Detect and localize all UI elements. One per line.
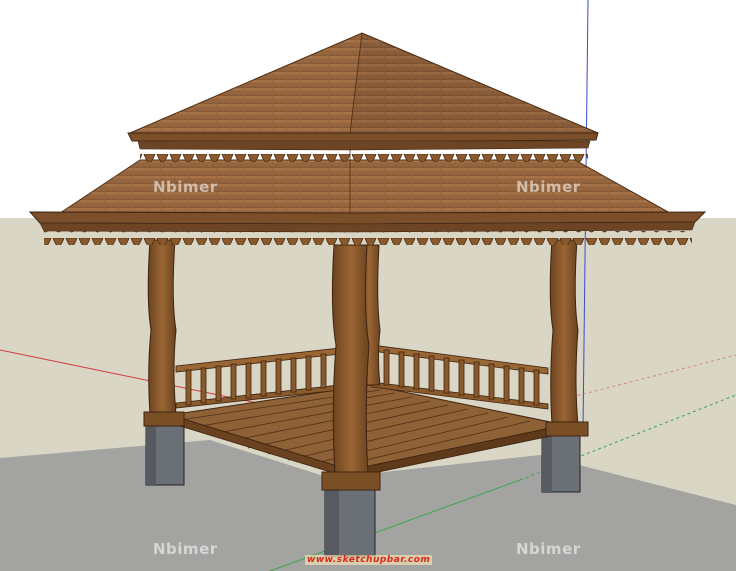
site-url-watermark: www.sketchupbar.com — [305, 555, 433, 565]
lower-roof-trim — [44, 231, 692, 245]
watermark-nbimer: Nbimer — [516, 540, 581, 558]
post-back-right — [549, 239, 579, 426]
sketchup-viewport[interactable]: Nbimer Nbimer Nbimer Nbimer www.sketchup… — [0, 0, 736, 571]
upper-roof-fascia — [127, 132, 599, 143]
upper-roof-trim — [140, 149, 588, 162]
post-back-left — [147, 239, 177, 416]
post-front — [331, 244, 370, 476]
lower-roof-fascia — [28, 211, 707, 225]
watermark-nbimer: Nbimer — [153, 178, 218, 196]
watermark-nbimer: Nbimer — [153, 540, 218, 558]
watermark-nbimer: Nbimer — [516, 178, 581, 196]
gazebo-model-scene[interactable] — [0, 0, 736, 571]
